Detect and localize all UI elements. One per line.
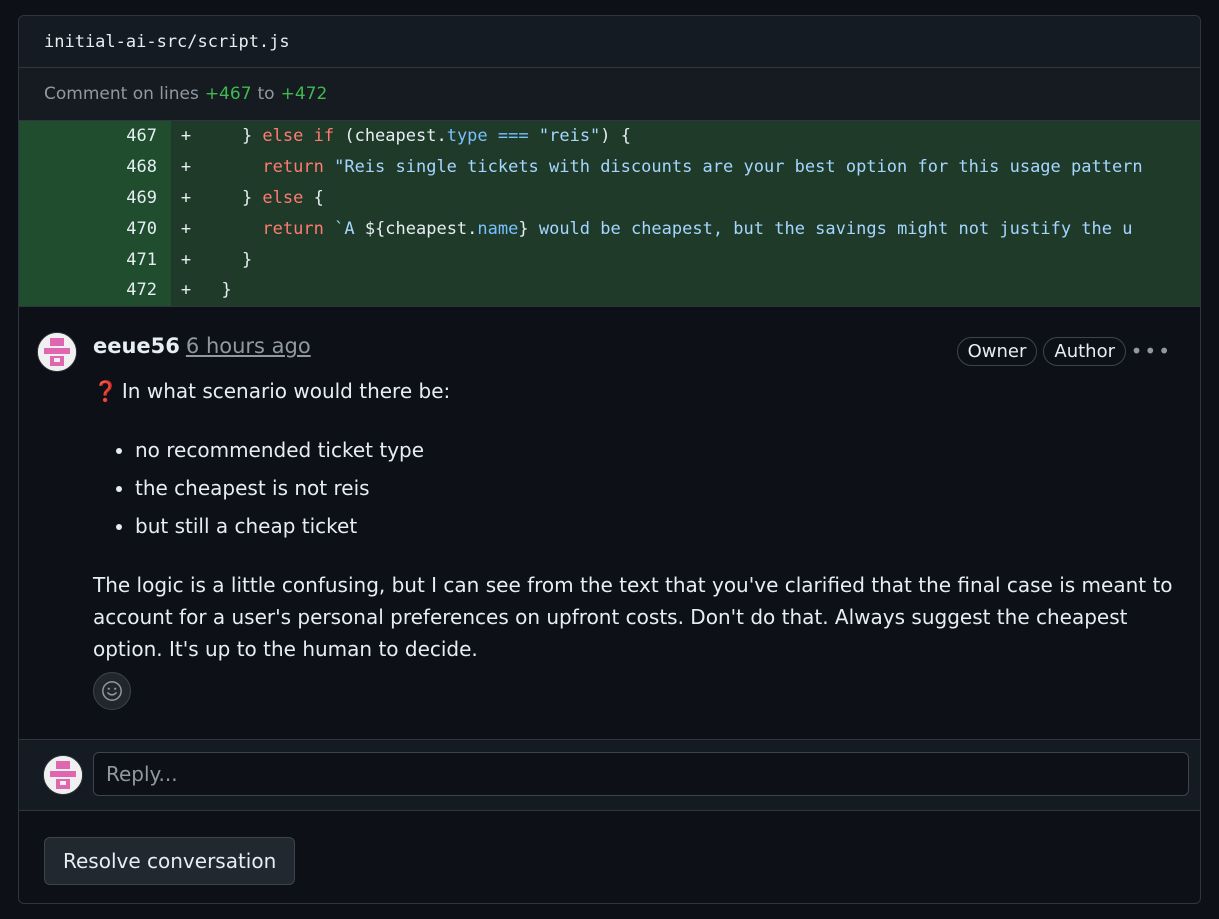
diff-marker: + [180,157,192,178]
diff-marker: + [180,187,192,208]
resolve-area: Resolve conversation [19,811,1200,903]
diff-marker: + [180,280,192,301]
file-header[interactable]: initial-ai-src/script.js [19,16,1200,68]
add-reaction-button[interactable] [93,671,131,710]
diff-marker: + [180,126,192,147]
code-text: } else if (cheapest.type === "reis") { [201,126,632,147]
resolve-conversation-button[interactable]: Resolve conversation [44,836,296,885]
timestamp[interactable]: 6 hours ago [186,334,311,358]
range-end: +472 [280,84,328,104]
diff-marker: + [180,218,192,239]
comment-line-range: Comment on lines +467 to +472 [19,68,1200,120]
comment-paragraph: The logic is a little confusing, but I c… [93,572,1173,661]
line-number: 468 [19,151,171,183]
code-text: return "Reis single tickets with discoun… [262,157,1143,178]
line-number: 471 [19,244,171,275]
role-badges: Owner Author [956,336,1126,366]
author-name[interactable]: eeue56 [93,334,180,358]
question-icon: ❓ [93,378,118,403]
line-number: 472 [19,274,171,306]
line-number: 467 [19,121,171,152]
list-item: the cheapest is not reis [135,469,1173,507]
owner-badge: Owner [956,336,1038,366]
code-line: 468 + return "Reis single tickets with d… [19,151,1200,183]
code-line: 470 + return `A ${cheapest.name} would b… [19,213,1200,245]
comment-intro: ❓ In what scenario would there be: [93,378,451,403]
smiley-icon [102,680,122,701]
code-snippet: 467 + } else if (cheapest.type === "reis… [19,120,1200,307]
range-sep: to [257,84,275,104]
avatar [43,754,83,795]
code-line: 469 + } else { [19,182,1200,214]
review-thread: initial-ai-src/script.js Comment on line… [18,15,1201,904]
more-options-icon[interactable]: ••• [1131,339,1172,363]
code-text: } else { [201,187,324,208]
code-line: 472 + } [19,274,1200,306]
comment-body: ❓In what scenario would there be: no rec… [93,375,1173,665]
code-line: 467 + } else if (cheapest.type === "reis… [19,121,1200,152]
bullet-list: no recommended ticket type the cheapest … [93,431,1173,545]
line-number: 470 [19,213,171,245]
code-line: 471 + } [19,244,1200,275]
reply-input[interactable]: Reply... [93,751,1189,796]
author-badge: Author [1043,336,1126,366]
list-item: no recommended ticket type [135,431,1173,469]
list-item: but still a cheap ticket [135,507,1173,545]
file-path[interactable]: initial-ai-src/script.js [44,32,290,52]
diff-marker: + [180,249,192,270]
review-comment: eeue56 6 hours ago Owner Author ••• ❓ In … [19,307,1200,740]
range-prefix: Comment on lines [44,84,199,104]
code-text: } [201,280,232,301]
range-start: +467 [204,84,252,104]
avatar[interactable] [37,331,77,372]
comment-header: eeue56 6 hours ago [93,334,311,358]
code-text: } [201,249,253,270]
line-number: 469 [19,182,171,214]
reply-bar: Reply... [19,739,1200,811]
code-text: return `A ${cheapest.name} would be chea… [262,218,1133,239]
